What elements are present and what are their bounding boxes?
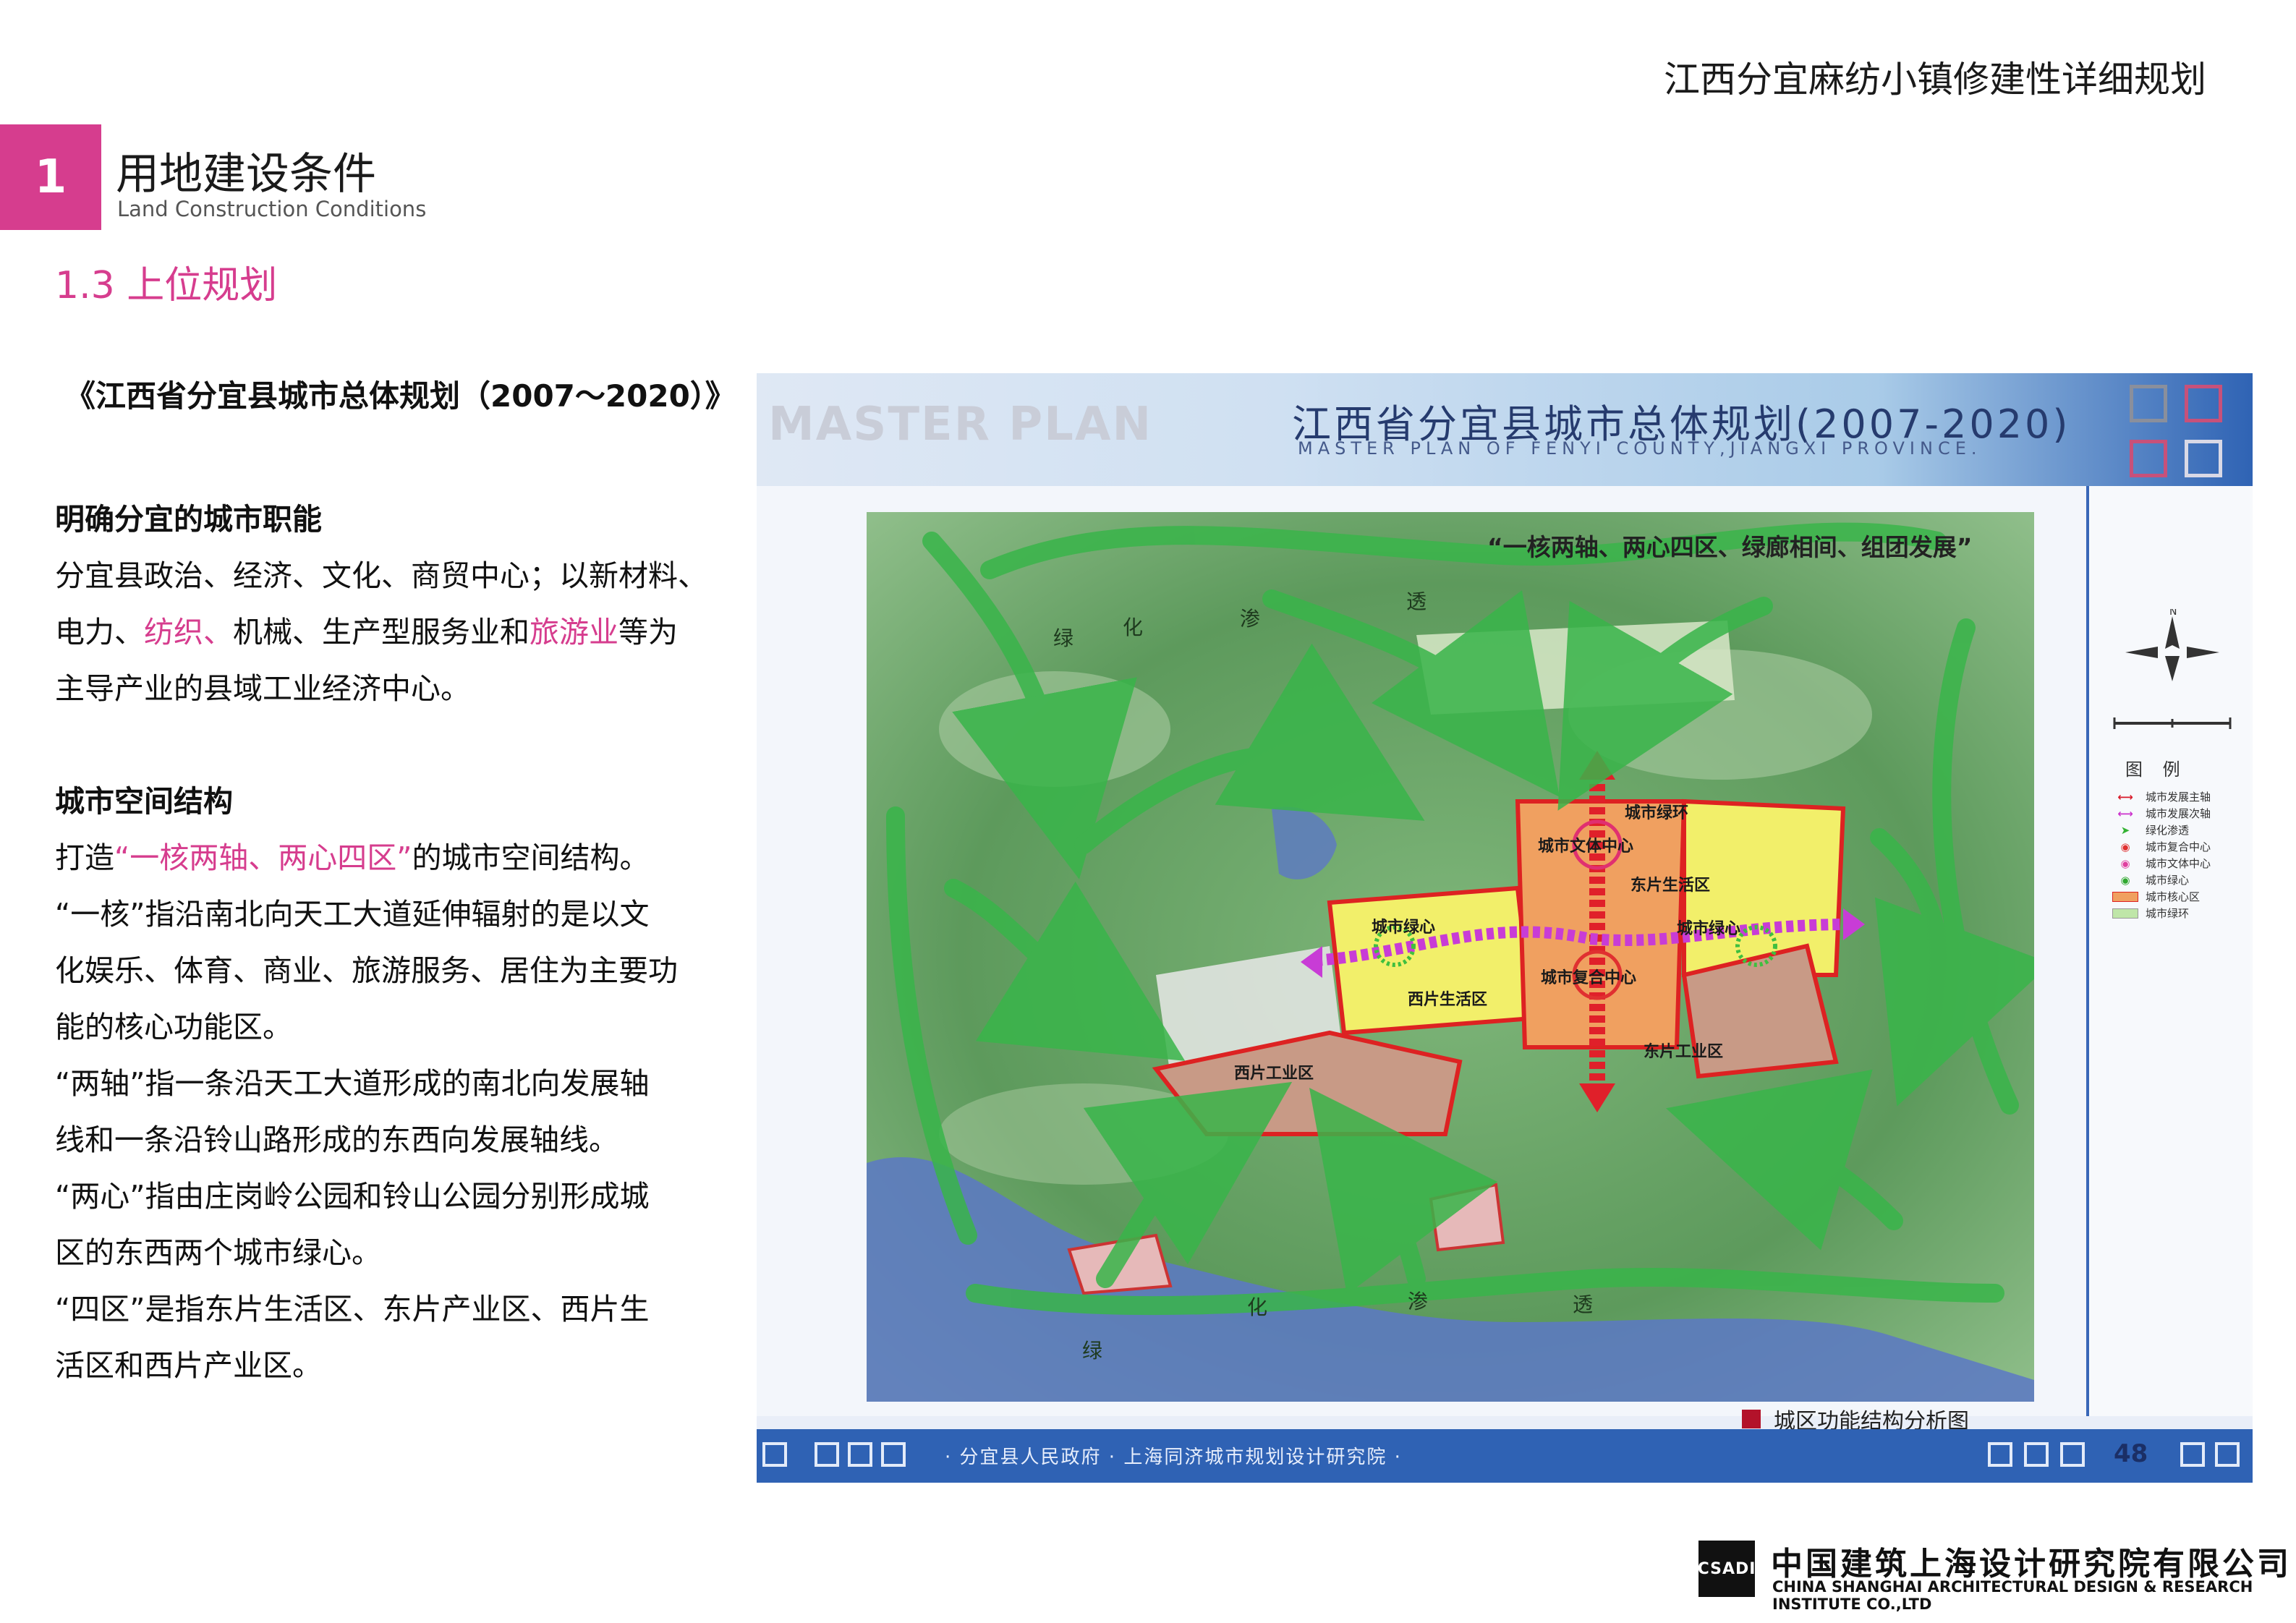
structure-line: 化娱乐、体育、商业、旅游服务、居住为主要功 (55, 953, 678, 988)
scale-bar-icon (2113, 717, 2232, 729)
structure-line: 活区和西片产业区。 (55, 1348, 322, 1383)
label-culture-center: 城市文体中心 (1538, 838, 1634, 856)
greening-char: 绿 (1082, 1339, 1103, 1363)
greening-char: 透 (1573, 1292, 1594, 1316)
legend-list: ⟷ 城市发展主轴 ⟷ 城市发展次轴 ➤ 绿化渗透 ◉ 城市复合中心 ◉ 城市文体中心 ◉ 城… (2111, 788, 2211, 921)
footer-square-icon (2024, 1442, 2049, 1467)
section-number: 1 (34, 150, 67, 204)
function-line-1: 分宜县政治、经济、文化、商贸中心；以新材料、 (55, 558, 707, 593)
greening-char: 渗 (1240, 607, 1261, 631)
map-footer: · 分宜县人民政府 · 上海同济城市规划设计研究院 · 48 (757, 1429, 2253, 1483)
function-line-2: 电力、纺织、机械、生产型服务业和旅游业等为 (55, 615, 678, 649)
map-page-number: 48 (2114, 1439, 2148, 1468)
structure-line: “四区”是指东片生活区、东片产业区、西片生 (55, 1292, 650, 1326)
section-subtitle: Land Construction Conditions (117, 197, 427, 221)
legend-item: ◉ 城市文体中心 (2111, 855, 2211, 872)
label-green-core-east: 城市绿心 (1677, 920, 1741, 938)
legend-item: 城市绿环 (2111, 905, 2211, 921)
structure-line: “一核”指沿南北向天工大道延伸辐射的是以文 (55, 897, 650, 932)
label-green-ring: 城市绿环 (1625, 804, 1689, 822)
structure-intro: 打造“一核两轴、两心四区”的城市空间结构。 (55, 840, 650, 875)
legend-item: ◉ 城市绿心 (2111, 872, 2211, 888)
master-plan-map: MASTER PLAN 江西省分宜县城市总体规划(2007-2020) MAST… (757, 373, 2253, 1483)
project-title: 江西分宜麻纺小镇修建性详细规划 (1664, 59, 2206, 101)
core-zone-swatch-icon (2111, 891, 2140, 903)
map-slogan: “一核两轴、两心四区、绿廊相间、组团发展” (1487, 533, 1973, 561)
label-east-industry: 东片工业区 (1644, 1043, 1724, 1061)
west-living-zone (1327, 885, 1535, 1036)
structure-line: 区的东西两个城市绿心。 (55, 1235, 381, 1270)
structure-line: “两轴”指一条沿天工大道形成的南北向发展轴 (55, 1066, 650, 1101)
document-title: 《江西省分宜县城市总体规划（2007～2020）》 (65, 378, 736, 414)
label-east-living: 东片生活区 (1630, 877, 1711, 895)
map-header: MASTER PLAN 江西省分宜县城市总体规划(2007-2020) MAST… (757, 373, 2253, 486)
footer-square-icon (2060, 1442, 2085, 1467)
footer-square-icon (848, 1442, 872, 1467)
footer-square-icon (881, 1442, 906, 1467)
map-image (867, 512, 2034, 1402)
greening-char: 渗 (1408, 1290, 1429, 1313)
map-footer-text: · 分宜县人民政府 · 上海同济城市规划设计研究院 · (945, 1447, 1402, 1468)
structure-line: 能的核心功能区。 (55, 1010, 292, 1044)
north-arrow-icon: N (2125, 609, 2219, 681)
greening-char: 化 (1123, 615, 1144, 639)
master-plan-watermark: MASTER PLAN (768, 398, 1153, 451)
company-name-cn: 中国建筑上海设计研究院有限公司 (1771, 1546, 2292, 1582)
caption-marker-icon (1742, 1410, 1761, 1428)
label-green-core-west: 城市绿心 (1372, 919, 1436, 937)
label-composite-center: 城市复合中心 (1541, 969, 1637, 987)
legend-item: ⟷ 城市发展次轴 (2111, 805, 2211, 822)
legend-item: ◉ 城市复合中心 (2111, 838, 2211, 855)
footer-square-icon (2180, 1442, 2205, 1467)
footer-square-icon (815, 1442, 839, 1467)
function-heading: 明确分宜的城市职能 (55, 502, 322, 537)
axis-secondary-icon: ⟷ (2117, 806, 2133, 820)
sub-heading: 1.3 上位规划 (55, 264, 278, 307)
map-legend: N 图 例 ⟷ 城市发展主轴 ⟷ 城市发展次轴 ➤ 绿化渗透 ◉ 城市复合中心 ◉ 城市文… (2086, 486, 2253, 1416)
text-column: 《江西省分宜县城市总体规划（2007～2020）》 明确分宜的城市职能 分宜县政… (55, 372, 736, 1394)
section-title: 用地建设条件 (116, 149, 376, 200)
composite-center-icon: ◉ (2120, 840, 2130, 853)
structure-line: “两心”指由庄岗岭公园和铃山公园分别形成城 (55, 1179, 650, 1214)
label-west-living: 西片生活区 (1408, 991, 1488, 1009)
legend-item: ➤ 绿化渗透 (2111, 822, 2211, 838)
legend-item: 城市核心区 (2111, 888, 2211, 905)
company-logo: CSADI (1698, 1541, 1755, 1597)
footer-square-icon (2215, 1442, 2240, 1467)
legend-item: ⟷ 城市发展主轴 (2111, 788, 2211, 805)
structure-heading: 城市空间结构 (55, 784, 233, 819)
green-ring-swatch-icon (2111, 908, 2140, 919)
axis-main-icon: ⟷ (2117, 790, 2133, 804)
decorative-squares (2130, 385, 2225, 480)
greening-arrow-icon: ➤ (2120, 823, 2130, 837)
culture-center-icon: ◉ (2120, 856, 2130, 870)
structure-line: 线和一条沿铃山路形成的东西向发展轴线。 (55, 1123, 618, 1157)
company-name-en: CHINA SHANGHAI ARCHITECTURAL DESIGN & RE… (1772, 1578, 2253, 1613)
svg-text:N: N (2169, 609, 2177, 618)
greening-char: 化 (1247, 1295, 1268, 1319)
footer-square-icon (762, 1442, 787, 1467)
greening-char: 绿 (1053, 626, 1074, 650)
legend-title: 图 例 (2125, 759, 2187, 780)
label-west-industry: 西片工业区 (1234, 1065, 1314, 1083)
map-title-en: MASTER PLAN OF FENYI COUNTY,JIANGXI PROV… (1298, 438, 1982, 459)
greening-char: 透 (1406, 589, 1427, 613)
footer-square-icon (1988, 1442, 2012, 1467)
green-core-icon: ◉ (2120, 873, 2130, 887)
function-line-3: 主导产业的县域工业经济中心。 (55, 671, 470, 706)
